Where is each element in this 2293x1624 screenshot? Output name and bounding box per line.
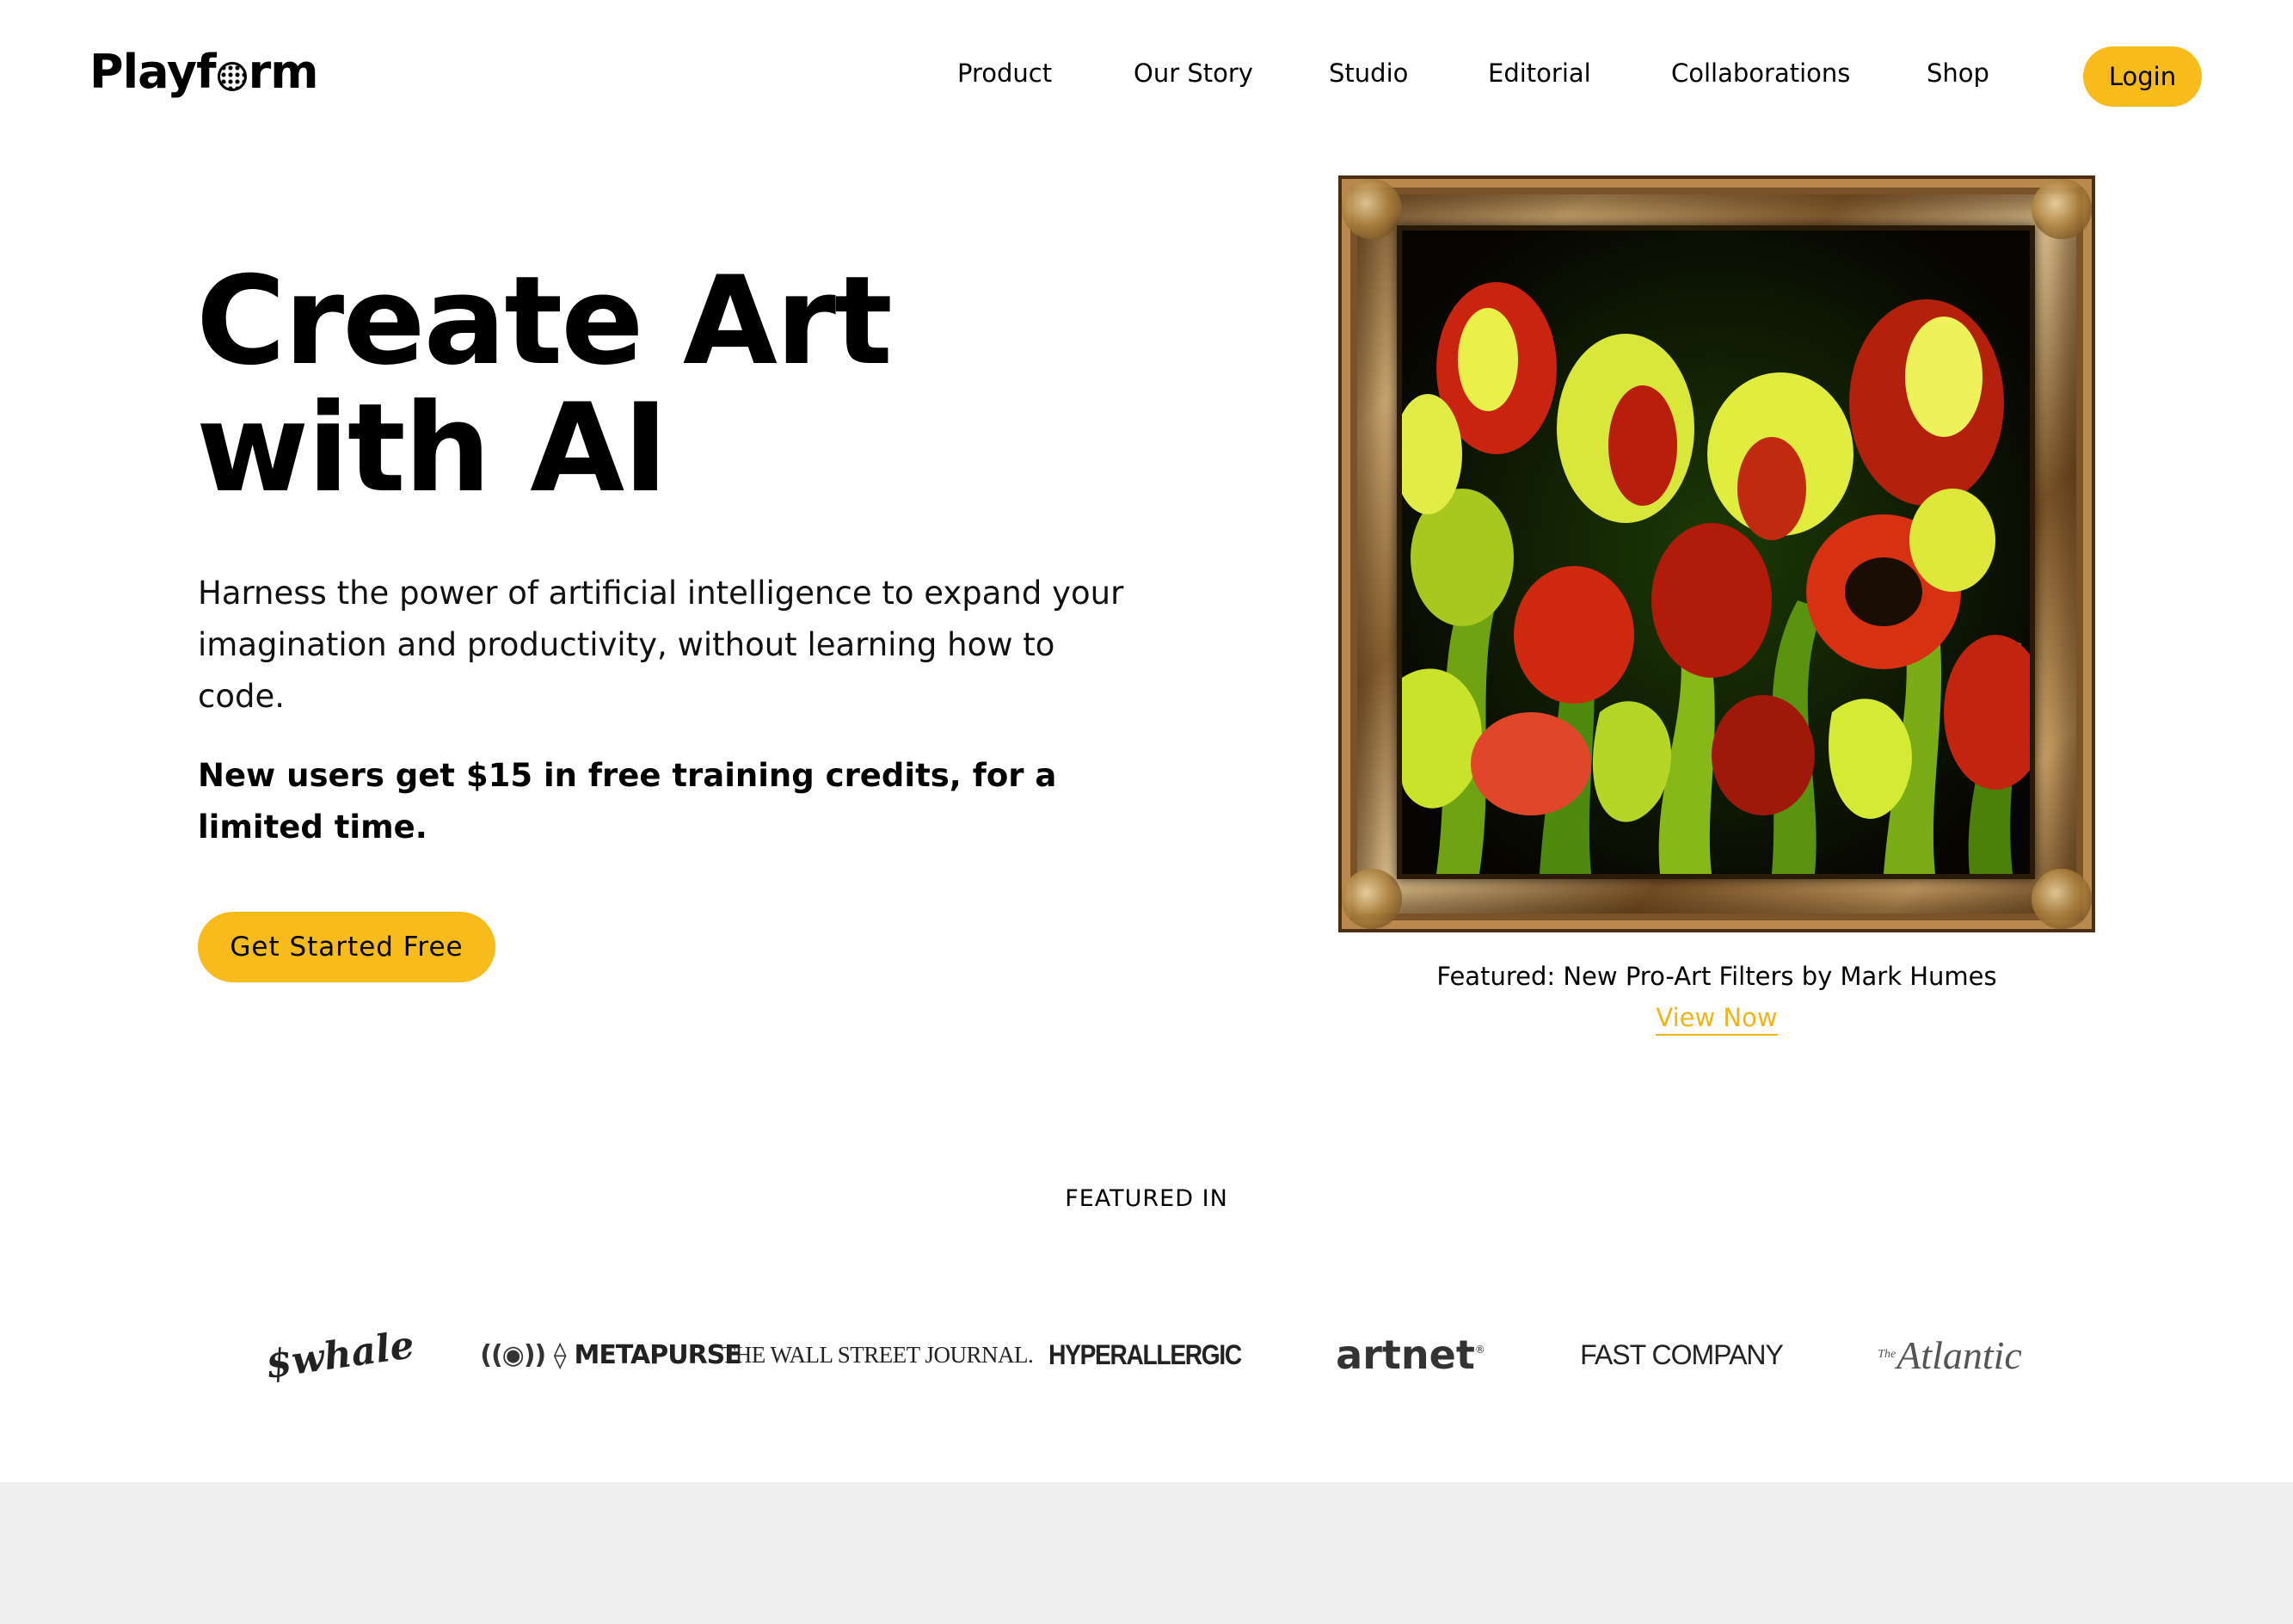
nav-item-product[interactable]: Product xyxy=(957,58,1052,88)
hero-description: Harness the power of artificial intellig… xyxy=(198,575,1124,715)
hero-title-line-2: with AI xyxy=(196,378,668,520)
artnet-logo-text: artnet xyxy=(1336,1332,1475,1378)
atlantic-logo: The Atlantic xyxy=(1878,1325,2022,1385)
wsj-logo: THE WALL STREET JOURNAL. xyxy=(721,1341,1034,1368)
frame-ornament xyxy=(2032,869,2092,929)
abstract-tulips-painting xyxy=(1402,231,2030,874)
hero-title: Create Art with AI xyxy=(196,258,1228,513)
featured-in-heading: FEATURED IN xyxy=(1065,1185,1228,1212)
nav-item-our-story[interactable]: Our Story xyxy=(1134,58,1253,88)
featured-art-caption: Featured: New Pro-Art Filters by Mark Hu… xyxy=(1436,962,1997,991)
nav-item-studio[interactable]: Studio xyxy=(1329,58,1408,88)
whale-logo: $whale xyxy=(262,1322,417,1387)
site-header: Playf rm Product Our Story Studio Editori… xyxy=(0,0,2293,155)
artwork-tulips-image xyxy=(1402,231,2030,874)
view-now-link-wrap: View Now xyxy=(1338,1003,2095,1036)
registered-mark-icon: ® xyxy=(1474,1344,1485,1356)
featured-artwork-frame[interactable] xyxy=(1338,175,2095,932)
atlantic-logo-prefix: The xyxy=(1878,1348,1896,1361)
nav-item-shop[interactable]: Shop xyxy=(1927,58,1989,88)
hero-title-line-1: Create Art xyxy=(196,250,893,392)
hero-promo-text: New users get $15 in free training credi… xyxy=(198,757,1057,846)
view-now-link[interactable]: View Now xyxy=(1656,1003,1778,1036)
nav-item-collaborations[interactable]: Collaborations xyxy=(1671,58,1850,88)
get-started-button[interactable]: Get Started Free xyxy=(198,912,495,982)
metapurse-logo-text: METAPURSE xyxy=(574,1339,742,1370)
frame-ornament xyxy=(2032,179,2092,239)
metapurse-emblem-icon: ((◉)) ⟠ xyxy=(480,1339,566,1370)
artnet-logo: artnet ® xyxy=(1336,1325,1485,1385)
atlantic-logo-text: Atlantic xyxy=(1896,1332,2022,1377)
frame-ornament xyxy=(1342,179,1402,239)
next-section-band xyxy=(0,1482,2293,1624)
metapurse-logo: ((◉)) ⟠ METAPURSE xyxy=(480,1325,742,1385)
nav-item-editorial[interactable]: Editorial xyxy=(1488,58,1591,88)
main-nav: Product Our Story Studio Editorial Colla… xyxy=(0,58,2293,93)
hyperallergic-logo: HYPERALLERGIC xyxy=(1048,1338,1242,1370)
frame-ornament xyxy=(1342,869,1402,929)
login-button[interactable]: Login xyxy=(2083,46,2202,107)
fast-company-logo: FAST COMPANY xyxy=(1580,1338,1784,1370)
